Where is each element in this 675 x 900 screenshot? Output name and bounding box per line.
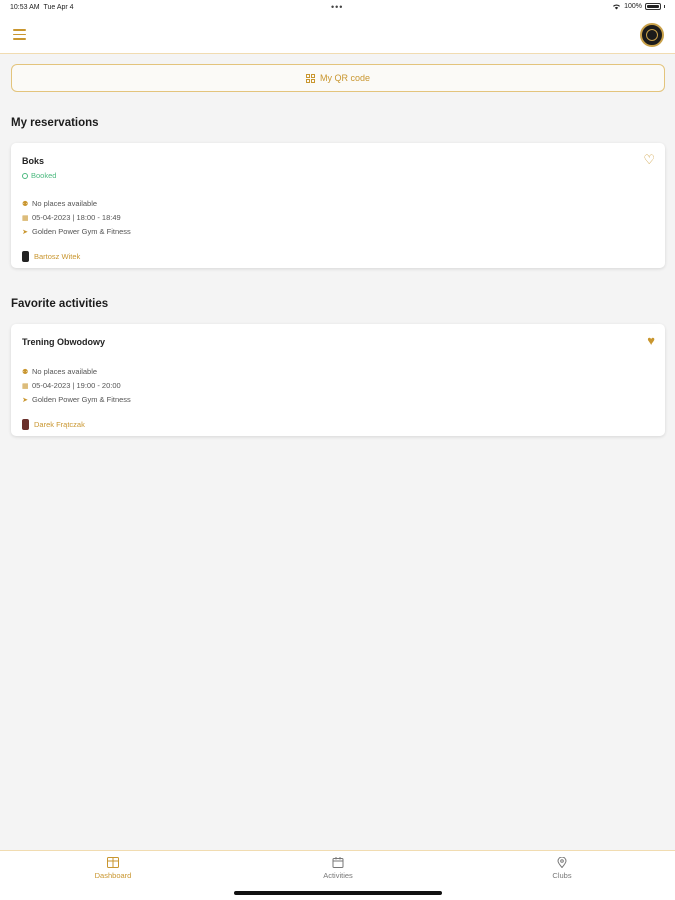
multitasking-dots-icon[interactable]: •••: [331, 2, 343, 12]
tab-clubs[interactable]: Clubs: [502, 857, 622, 880]
status-time: 10:53 AM Tue Apr 4: [10, 4, 74, 11]
navigation-arrow-icon: ➤: [22, 228, 28, 236]
favorites-section-title: Favorite activities: [11, 298, 109, 310]
favorite-heart-filled-icon[interactable]: ♥: [647, 334, 655, 347]
battery-icon: [645, 3, 661, 10]
location-info: ➤ Golden Power Gym & Fitness: [22, 227, 131, 236]
dashboard-icon: [107, 857, 119, 868]
favorite-heart-outline-icon[interactable]: ♡: [643, 153, 655, 166]
hamburger-menu-icon[interactable]: [13, 29, 26, 40]
battery-percent: 100%: [624, 3, 642, 10]
datetime-info: ▦ 05-04-2023 | 18:00 - 18:49: [22, 213, 121, 222]
calendar-icon: ▦: [22, 214, 29, 222]
trainer-avatar: [22, 419, 29, 430]
trainer-link[interactable]: Darek Frątczak: [22, 419, 85, 430]
navigation-arrow-icon: ➤: [22, 396, 28, 404]
availability-info: ⚉ No places available: [22, 367, 98, 376]
status-right: 100%: [612, 3, 665, 10]
reservations-section-title: My reservations: [11, 117, 99, 129]
battery-nub: [664, 5, 665, 8]
availability-info: ⚉ No places available: [22, 199, 98, 208]
trainer-avatar: [22, 251, 29, 262]
status-bar: 10:53 AM Tue Apr 4 ••• 100%: [0, 0, 675, 16]
favorite-activity-card[interactable]: Trening Obwodowy ♥ ⚉ No places available…: [11, 324, 665, 436]
booking-status: Booked: [22, 171, 56, 180]
location-pin-icon: [557, 857, 567, 868]
calendar-icon: [332, 857, 344, 868]
location-info: ➤ Golden Power Gym & Fitness: [22, 395, 131, 404]
person-icon: ⚉: [22, 368, 29, 376]
activity-name: Trening Obwodowy: [22, 337, 105, 347]
wifi-icon: [613, 4, 621, 10]
qr-button-label: My QR code: [319, 73, 370, 83]
activity-name: Boks: [22, 156, 45, 166]
qr-code-icon: [305, 73, 315, 83]
reservation-card[interactable]: Boks Booked ♡ ⚉ No places available ▦ 05…: [11, 143, 665, 268]
tab-activities[interactable]: Activities: [278, 857, 398, 880]
my-qr-code-button[interactable]: My QR code: [11, 64, 665, 92]
tab-dashboard[interactable]: Dashboard: [53, 857, 173, 880]
booked-status-icon: [22, 172, 28, 179]
trainer-link[interactable]: Bartosz Witek: [22, 251, 80, 262]
calendar-icon: ▦: [22, 382, 29, 390]
app-header: [0, 16, 675, 54]
datetime-info: ▦ 05-04-2023 | 19:00 - 20:00: [22, 381, 121, 390]
club-logo-icon[interactable]: [640, 23, 664, 47]
person-icon: ⚉: [22, 200, 29, 208]
home-indicator[interactable]: [234, 891, 442, 895]
